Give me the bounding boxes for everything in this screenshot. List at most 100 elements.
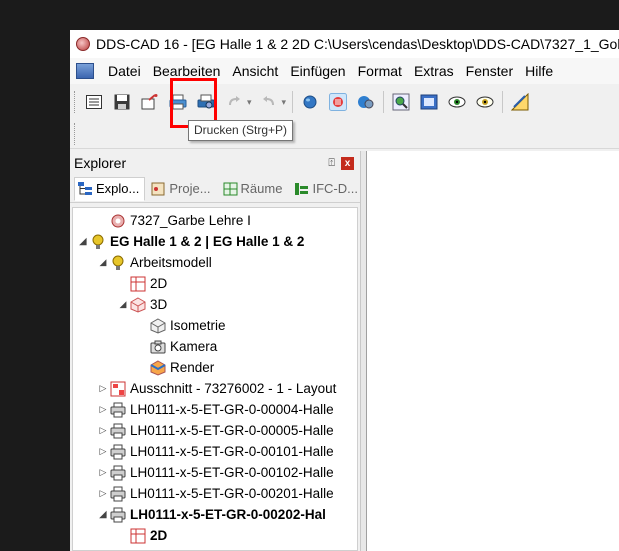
tree-item-label: Arbeitsmodell	[130, 255, 212, 270]
repeat-icon[interactable]	[258, 91, 280, 113]
menu-datei[interactable]: Datei	[102, 63, 147, 79]
tree-item-label: Isometrie	[170, 318, 226, 333]
tab-label: Proje...	[169, 181, 211, 196]
document-icon[interactable]	[76, 63, 94, 79]
tab-label: Räume	[240, 181, 283, 196]
window-icon[interactable]	[418, 91, 440, 113]
tree-item[interactable]: ▷ LH0111-x-5-ET-GR-0-00201-Halle	[97, 483, 334, 504]
menu-bar: Datei Bearbeiten Ansicht Einfügen Format…	[70, 58, 619, 84]
tree-item-label: LH0111-x-5-ET-GR-0-00102-Halle	[130, 465, 334, 480]
bulb-icon	[89, 234, 107, 250]
tree-item[interactable]: Isometrie	[137, 315, 226, 336]
toolbar-separator	[292, 91, 294, 113]
tree-item[interactable]: ◢ 3D	[117, 294, 167, 315]
tree-item-label: LH0111-x-5-ET-GR-0-00004-Halle	[130, 402, 334, 417]
tree-item[interactable]: ▷ Ausschnitt - 73276002 - 1 - Layout	[97, 378, 336, 399]
selection-icon[interactable]	[327, 91, 349, 113]
sheet-2d-icon	[129, 528, 147, 544]
explorer-title: Explorer	[74, 155, 127, 171]
tree-item[interactable]: Kamera	[137, 336, 217, 357]
tab-label: IFC-D...	[312, 181, 358, 196]
tab-raeume[interactable]: Räume	[219, 177, 289, 201]
menu-hilfe[interactable]: Hilfe	[519, 63, 559, 79]
menu-ansicht[interactable]: Ansicht	[226, 63, 284, 79]
app-logo-icon	[76, 37, 90, 51]
globe-icon[interactable]	[299, 91, 321, 113]
pin-icon[interactable]: ⍐	[328, 157, 335, 170]
menu-format[interactable]: Format	[352, 63, 408, 79]
tree-item[interactable]: 7327_Garbe Lehre I	[97, 210, 251, 231]
layers-icon[interactable]	[355, 91, 377, 113]
tab-explorer[interactable]: Explo...	[74, 176, 146, 201]
toolbar-grip[interactable]	[74, 123, 77, 145]
tree-item[interactable]: ▷ LH0111-x-5-ET-GR-0-00101-Halle	[97, 441, 334, 462]
eye-settings-icon[interactable]	[474, 91, 496, 113]
rooms-icon	[223, 182, 238, 195]
menu-bearbeiten[interactable]: Bearbeiten	[147, 63, 227, 79]
tree-expander-icon[interactable]: ▷	[97, 383, 109, 394]
measure-icon[interactable]	[509, 91, 531, 113]
tree-item[interactable]: ◢ EG Halle 1 & 2 | EG Halle 1 & 2	[77, 231, 304, 252]
explorer-panel: Explorer ⍐ x Explo... Proje... Räume IFC…	[70, 151, 361, 551]
isometry-icon	[149, 317, 167, 334]
drawing-canvas[interactable]	[366, 151, 619, 551]
tree-expander-icon[interactable]: ▷	[97, 467, 109, 478]
tree-expander-icon[interactable]: ▷	[97, 404, 109, 415]
ifc-icon	[295, 182, 309, 195]
tree-item-label: LH0111-x-5-ET-GR-0-00202-Hal	[130, 507, 326, 522]
chevron-down-icon[interactable]: ▾	[247, 97, 252, 108]
toolbar-separator	[502, 91, 504, 113]
tree-item[interactable]: Render	[137, 357, 214, 378]
tree-item-label: 3D	[150, 297, 168, 312]
tree-item-label: LH0111-x-5-ET-GR-0-00005-Halle	[130, 423, 334, 438]
menu-extras[interactable]: Extras	[408, 63, 460, 79]
tree-item[interactable]: ▷ LH0111-x-5-ET-GR-0-00005-Halle	[97, 420, 334, 441]
tree-item[interactable]: 2D	[117, 273, 167, 294]
save-icon[interactable]	[111, 91, 133, 113]
tree-item[interactable]: 2D	[117, 525, 167, 546]
tree-item[interactable]: ◢ Arbeitsmodell	[97, 252, 212, 273]
explorer-tree: 7327_Garbe Lehre I ◢ EG Halle 1 & 2 | EG H…	[72, 207, 358, 551]
redo-icon[interactable]	[223, 91, 245, 113]
close-icon[interactable]: x	[341, 156, 354, 170]
undo-icon[interactable]	[139, 91, 161, 113]
camera-icon	[149, 339, 167, 355]
tree-item[interactable]: ▷ LH0111-x-5-ET-GR-0-00004-Halle	[97, 399, 334, 420]
zoom-icon[interactable]	[390, 91, 412, 113]
tab-label: Explo...	[96, 181, 140, 196]
tree-item-label: 2D	[150, 276, 168, 291]
cube-3d-icon	[129, 296, 147, 313]
tree-item-label: 2D	[150, 528, 168, 543]
list-icon[interactable]	[83, 91, 105, 113]
printer-icon	[109, 402, 127, 418]
tree-item-label: EG Halle 1 & 2 | EG Halle 1 & 2	[110, 234, 305, 249]
tree-expander-icon[interactable]: ◢	[97, 509, 109, 520]
tree-expander-icon[interactable]: ◢	[117, 299, 129, 310]
tree-expander-icon[interactable]: ▷	[97, 446, 109, 457]
toolbar-separator	[383, 91, 385, 113]
tree-item-label: 7327_Garbe Lehre I	[130, 213, 251, 228]
printer-icon	[109, 465, 127, 481]
tree-expander-icon[interactable]: ◢	[97, 257, 109, 268]
tree-item[interactable]: ◢ LH0111-x-5-ET-GR-0-00202-Hal	[97, 504, 326, 525]
eye-icon[interactable]	[446, 91, 468, 113]
chevron-down-icon[interactable]: ▾	[282, 97, 287, 108]
tree-icon	[78, 181, 92, 195]
tree-expander-icon[interactable]: ▷	[97, 425, 109, 436]
menu-fenster[interactable]: Fenster	[460, 63, 519, 79]
tree-expander-icon[interactable]: ◢	[77, 236, 89, 247]
tab-projekt[interactable]: Proje...	[147, 177, 216, 201]
window-title: DDS-CAD 16 - [EG Halle 1 & 2 2D C:\Users…	[96, 36, 619, 52]
project-icon	[109, 213, 127, 229]
toolbar-grip[interactable]	[74, 91, 77, 113]
render-icon	[149, 359, 167, 376]
explorer-tabs: Explo... Proje... Räume IFC-D...	[70, 175, 360, 203]
bulb-icon	[109, 255, 127, 271]
title-bar[interactable]: DDS-CAD 16 - [EG Halle 1 & 2 2D C:\Users…	[70, 30, 619, 58]
tree-expander-icon[interactable]: ▷	[97, 488, 109, 499]
tab-ifc[interactable]: IFC-D...	[290, 177, 364, 201]
tree-item[interactable]: ▷ LH0111-x-5-ET-GR-0-00102-Halle	[97, 462, 334, 483]
tree-item-label: Render	[170, 360, 215, 375]
menu-einfuegen[interactable]: Einfügen	[284, 63, 351, 79]
tree-item-label: LH0111-x-5-ET-GR-0-00101-Halle	[130, 444, 334, 459]
